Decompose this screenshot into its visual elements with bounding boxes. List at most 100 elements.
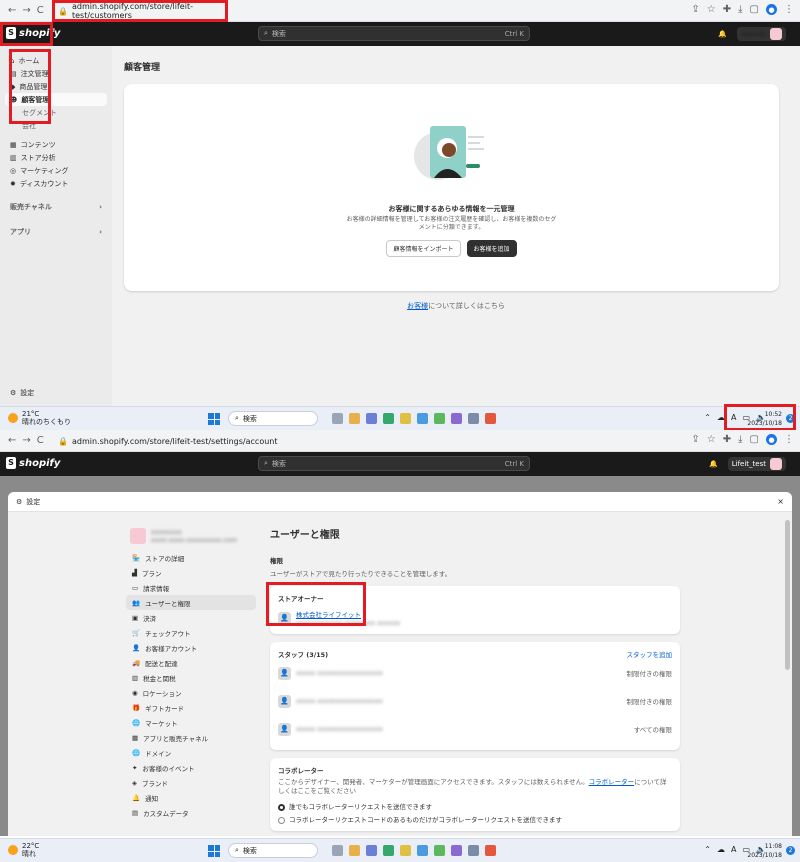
app-icon[interactable] (451, 845, 462, 856)
settings-nav-item[interactable]: ▭ 請求情報 (126, 580, 256, 595)
onedrive-icon[interactable]: ☁ (717, 845, 725, 854)
radio-option-code[interactable]: コラボレーターリクエストコードのあるものだけがコラボレーターリクエストを送信でき… (278, 814, 672, 824)
import-customers-button[interactable]: 顧客情報をインポート (386, 240, 461, 257)
radio-unselected[interactable] (278, 816, 285, 824)
settings-nav-item[interactable]: 🌐 マーケット (126, 715, 256, 730)
settings-nav-item[interactable]: 🔔 通知 (126, 790, 256, 805)
app-icon[interactable] (468, 413, 479, 424)
learn-more-link[interactable]: お客様 (407, 302, 428, 310)
radio-selected[interactable] (278, 803, 285, 811)
app-icon[interactable] (434, 413, 445, 424)
reload-icon[interactable]: C (37, 435, 44, 446)
settings-nav-item[interactable]: 👤 お客様アカウント (126, 640, 256, 655)
sidebar-item-content[interactable]: ▦ コンテンツ (0, 138, 112, 151)
chrome-icon[interactable] (485, 845, 496, 856)
app-icon[interactable] (366, 413, 377, 424)
forward-icon[interactable]: → (22, 5, 30, 16)
settings-nav-item[interactable]: 🌐 ドメイン (126, 745, 256, 760)
window-icon[interactable]: ▢ (750, 4, 759, 15)
owner-name-link[interactable]: 株式会社ライフイット (296, 609, 400, 619)
ime-icon[interactable]: A (731, 413, 736, 422)
app-icon[interactable] (332, 845, 343, 856)
staff-row[interactable]: 👤 xxxxx xxxxxxxxxxxxxxxxx 制限付きの権限 (278, 659, 672, 687)
settings-nav-item[interactable]: ▣ 決済 (126, 610, 256, 625)
app-icon[interactable] (400, 413, 411, 424)
back-icon[interactable]: ← (8, 435, 16, 446)
search-input[interactable]: ⌕ 検索 Ctrl K (258, 26, 530, 41)
extensions-icon[interactable]: ✚ (723, 434, 731, 445)
bell-icon[interactable]: 🔔 (709, 460, 718, 468)
collaborators-link[interactable]: コラボレーター (589, 778, 635, 786)
sidebar-section-apps[interactable]: アプリ › (0, 225, 112, 238)
extensions-icon[interactable]: ✚ (723, 4, 731, 15)
app-icon[interactable] (332, 413, 343, 424)
staff-row[interactable]: 👤 xxxxx xxxxxxxxxxxxxxxxx 制限付きの権限 (278, 687, 672, 715)
onedrive-icon[interactable]: ☁ (717, 413, 725, 422)
sidebar-section-sales-channels[interactable]: 販売チャネル › (0, 200, 112, 213)
settings-nav-item[interactable]: ▟ プラン (126, 565, 256, 580)
notification-badge[interactable]: 2 (786, 414, 795, 423)
taskbar-search[interactable]: ⌕ 検索 (228, 843, 318, 858)
ime-icon[interactable]: A (731, 845, 736, 854)
settings-nav-item[interactable]: ▤ カスタムデータ (126, 805, 256, 820)
settings-nav-item[interactable]: ◉ ロケーション (126, 685, 256, 700)
app-icon[interactable] (383, 413, 394, 424)
weather-widget[interactable]: 21°C 晴れのちくもり (8, 410, 71, 426)
close-icon[interactable]: × (777, 497, 784, 506)
settings-nav-item[interactable]: 🛒 チェックアウト (126, 625, 256, 640)
app-icon[interactable] (434, 845, 445, 856)
sidebar-item-home[interactable]: ⌂ ホーム (0, 54, 112, 67)
sidebar-item-orders[interactable]: ▤ 注文管理 (0, 67, 112, 80)
address-bar[interactable]: 🔒 admin.shopify.com/store/lifeit-test/cu… (58, 2, 228, 20)
menu-icon[interactable]: ⋮ (784, 434, 794, 445)
add-customer-button[interactable]: お客様を追加 (466, 240, 517, 257)
settings-nav-item[interactable]: ▥ 税金と関税 (126, 670, 256, 685)
app-icon[interactable] (349, 845, 360, 856)
chrome-icon[interactable] (485, 413, 496, 424)
sidebar-item-discounts[interactable]: ✹ ディスカウント (0, 177, 112, 190)
scrollbar[interactable] (785, 520, 790, 670)
profile-avatar[interactable]: ● (766, 434, 777, 445)
store-profile[interactable]: xxxxxxxx xxxx-xxxx-xxxxxxxxx.com (126, 522, 256, 550)
windows-start-icon[interactable] (208, 845, 220, 857)
chevron-up-icon[interactable]: ⌃ (704, 413, 711, 422)
staff-row[interactable]: 👤 xxxxx xxxxxxxxxxxxxxxxx すべての権限 (278, 715, 672, 743)
sidebar-sub-companies[interactable]: 会社 (0, 119, 112, 132)
shopify-logo[interactable]: S shopify (6, 27, 60, 39)
sidebar-sub-segments[interactable]: セグメント (0, 106, 112, 119)
star-icon[interactable]: ☆ (707, 4, 716, 15)
app-icon[interactable] (400, 845, 411, 856)
windows-start-icon[interactable] (208, 413, 220, 425)
shopify-logo[interactable]: S shopify (6, 457, 60, 469)
clock[interactable]: 10:52 2023/10/18 (747, 410, 782, 428)
address-bar[interactable]: 🔒 admin.shopify.com/store/lifeit-test/se… (58, 433, 318, 449)
settings-nav-item[interactable]: 👥 ユーザーと権限 (126, 595, 256, 610)
sidebar-item-settings[interactable]: ⚙ 設定 (10, 388, 34, 398)
store-menu[interactable]: Lifeit_test (727, 457, 786, 471)
app-icon[interactable] (451, 413, 462, 424)
star-icon[interactable]: ☆ (707, 434, 716, 445)
sidebar-item-customers[interactable]: ☻ 顧客管理 (5, 93, 107, 106)
store-menu[interactable]: xxxxxx (737, 27, 786, 41)
taskbar-search[interactable]: ⌕ 検索 (228, 411, 318, 426)
download-icon[interactable]: ⤓ (738, 434, 742, 445)
settings-nav-item[interactable]: 🚚 配送と配達 (126, 655, 256, 670)
radio-option-anyone[interactable]: 誰でもコラボレーターリクエストを送信できます (278, 801, 672, 811)
settings-nav-item[interactable]: 🏪 ストアの詳細 (126, 550, 256, 565)
sidebar-item-analytics[interactable]: ▥ ストア分析 (0, 151, 112, 164)
settings-nav-item[interactable]: ▦ アプリと販売チャネル (126, 730, 256, 745)
sidebar-item-marketing[interactable]: ◎ マーケティング (0, 164, 112, 177)
window-icon[interactable]: ▢ (750, 434, 759, 445)
weather-widget[interactable]: 22°C 晴れ (8, 842, 39, 858)
reload-icon[interactable]: C (37, 5, 44, 16)
share-icon[interactable]: ⇪ (691, 434, 699, 445)
search-input[interactable]: ⌕ 検索 Ctrl K (258, 456, 530, 471)
add-staff-link[interactable]: スタッフを追加 (627, 649, 673, 659)
notification-badge[interactable]: 2 (786, 846, 795, 855)
forward-icon[interactable]: → (22, 435, 30, 446)
app-icon[interactable] (468, 845, 479, 856)
menu-icon[interactable]: ⋮ (784, 4, 794, 15)
profile-avatar[interactable]: ● (766, 4, 777, 15)
chevron-up-icon[interactable]: ⌃ (704, 845, 711, 854)
share-icon[interactable]: ⇪ (691, 4, 699, 15)
